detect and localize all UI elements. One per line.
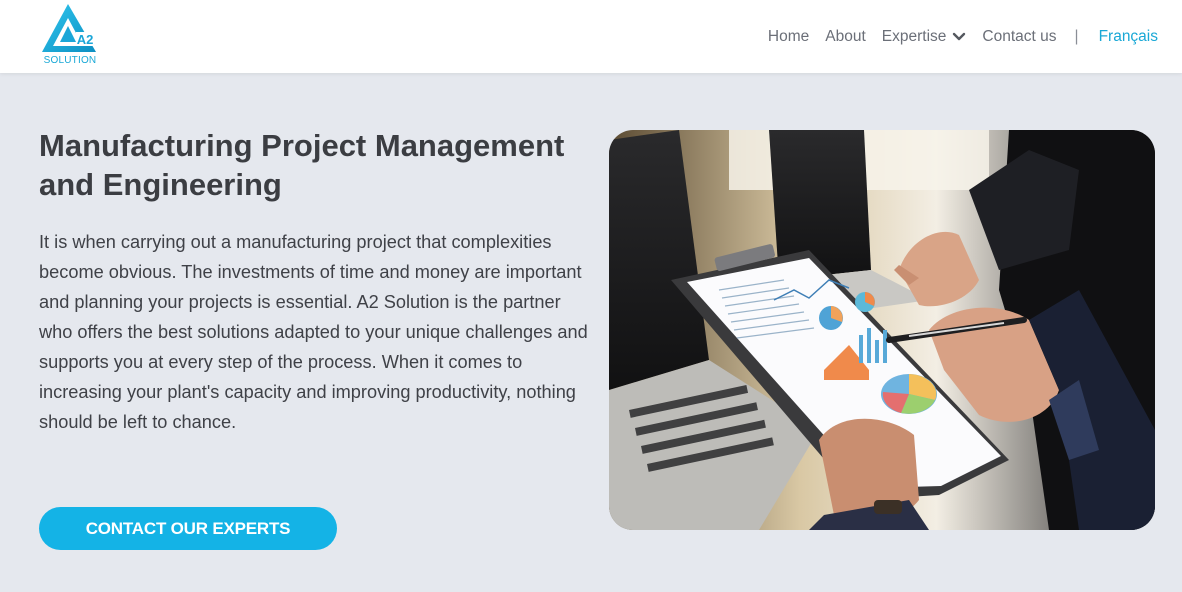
nav-expertise-label: Expertise: [881, 27, 947, 45]
nav-expertise-dropdown[interactable]: Expertise: [882, 28, 967, 46]
hero-image: [609, 130, 1155, 530]
page-title: Manufacturing Project Management and Eng…: [39, 128, 565, 202]
intro-paragraph: It is when carrying out a manufacturing …: [39, 232, 588, 432]
main-nav: Home About Expertise Contact us | França…: [752, 0, 1158, 73]
a2-solution-logo[interactable]: A2 SOLUTION: [38, 2, 102, 68]
nav-contact-link[interactable]: Contact us: [982, 28, 1056, 46]
nav-about-link[interactable]: About: [825, 28, 866, 46]
chevron-down-icon: [953, 32, 966, 40]
nav-home-link[interactable]: Home: [768, 28, 809, 46]
contact-experts-button[interactable]: CONTACT OUR EXPERTS: [39, 507, 337, 550]
nav-separator: |: [1074, 27, 1079, 45]
business-meeting-illustration: [609, 130, 1155, 530]
a2-triangle-logo-icon: A2: [42, 4, 96, 52]
language-switch-link[interactable]: Français: [1099, 28, 1158, 46]
logo-text: SOLUTION: [43, 55, 97, 66]
top-navigation-bar: A2 SOLUTION Home About Expertise Contact…: [0, 0, 1182, 73]
logo-mark: A2: [77, 32, 94, 47]
